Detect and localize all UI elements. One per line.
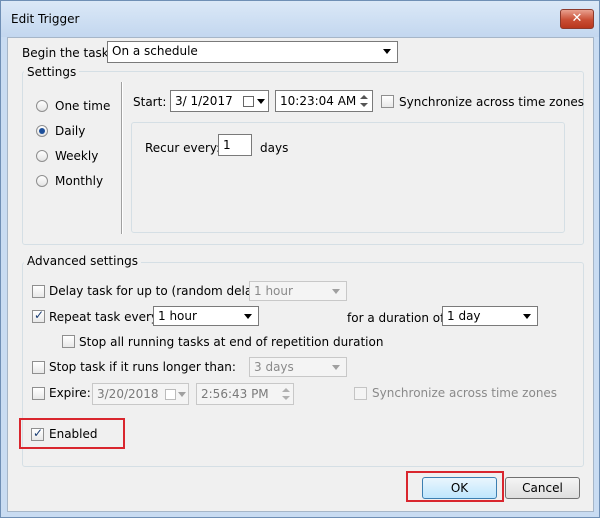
chevron-down-icon	[257, 99, 265, 104]
spin-up-icon	[360, 95, 368, 99]
repeat-interval-value: 1 hour	[158, 309, 197, 323]
expire-time-spinner[interactable]	[279, 384, 293, 404]
chevron-down-icon	[383, 49, 391, 54]
dialog-window: Edit Trigger ✕ Begin the task: On a sche…	[0, 0, 600, 518]
recur-every-label: Recur every:	[145, 141, 221, 155]
duration-dropdown[interactable]: 1 day	[442, 306, 538, 326]
chevron-down-icon	[178, 392, 186, 397]
radio-daily-label[interactable]: Daily	[55, 124, 85, 138]
start-time-value: 10:23:04 AM	[280, 94, 357, 108]
expire-date-picker[interactable]: 3/20/2018	[92, 383, 189, 405]
start-time-spinner[interactable]	[357, 91, 371, 111]
radio-daily[interactable]	[36, 125, 48, 137]
calendar-icon	[243, 96, 254, 107]
recurrence-panel	[131, 122, 565, 233]
duration-label: for a duration of:	[347, 311, 448, 325]
chevron-down-icon	[332, 289, 340, 294]
expire-sync-checkbox[interactable]	[354, 387, 367, 400]
expire-time-picker[interactable]: 2:56:43 PM	[196, 383, 294, 405]
spin-down-icon	[282, 396, 290, 400]
chevron-down-icon	[523, 314, 531, 319]
dialog-body: Begin the task: On a schedule Settings O…	[7, 37, 594, 512]
repeat-interval-dropdown[interactable]: 1 hour	[153, 306, 259, 326]
close-button[interactable]: ✕	[560, 9, 594, 29]
chevron-down-icon	[244, 314, 252, 319]
ok-highlight	[406, 471, 504, 502]
radio-weekly[interactable]	[36, 150, 48, 162]
spin-up-icon	[282, 388, 290, 392]
close-icon: ✕	[571, 11, 583, 26]
delay-task-value: 1 hour	[254, 284, 293, 298]
repeat-task-checkbox[interactable]	[32, 308, 45, 323]
stop-if-longer-checkbox[interactable]	[32, 361, 45, 374]
expire-sync-label[interactable]: Synchronize across time zones	[372, 386, 557, 400]
begin-task-label: Begin the task:	[22, 46, 113, 60]
duration-value: 1 day	[447, 309, 481, 323]
radio-one-time[interactable]	[36, 100, 48, 112]
radio-weekly-label[interactable]: Weekly	[55, 149, 98, 163]
recur-unit-label: days	[260, 141, 289, 155]
stop-if-longer-dropdown[interactable]: 3 days	[249, 357, 347, 377]
expire-checkbox[interactable]	[32, 387, 45, 400]
start-date-value: 3/ 1/2017	[175, 94, 233, 108]
spin-down-icon	[360, 103, 368, 107]
begin-task-value: On a schedule	[112, 44, 198, 58]
settings-title: Settings	[24, 65, 80, 79]
begin-task-dropdown[interactable]: On a schedule	[107, 41, 398, 63]
repeat-task-label[interactable]: Repeat task every:	[49, 310, 161, 324]
recur-every-input[interactable]: 1	[218, 134, 252, 156]
window-title: Edit Trigger	[11, 12, 80, 26]
delay-task-checkbox[interactable]	[32, 285, 45, 298]
enabled-highlight	[19, 418, 125, 449]
stop-if-longer-label[interactable]: Stop task if it runs longer than:	[49, 360, 236, 374]
sync-timezones-checkbox[interactable]	[381, 95, 394, 108]
expire-date-value: 3/20/2018	[97, 387, 159, 401]
start-time-picker[interactable]: 10:23:04 AM	[275, 90, 373, 112]
cancel-button[interactable]: Cancel	[505, 477, 580, 499]
delay-task-label[interactable]: Delay task for up to (random delay):	[49, 284, 268, 298]
start-date-picker[interactable]: 3/ 1/2017	[170, 90, 269, 112]
radio-one-time-label[interactable]: One time	[55, 99, 110, 113]
title-bar[interactable]: Edit Trigger ✕	[1, 1, 599, 37]
sync-timezones-label[interactable]: Synchronize across time zones	[399, 95, 584, 109]
expire-time-value: 2:56:43 PM	[201, 387, 269, 401]
stop-all-tasks-label[interactable]: Stop all running tasks at end of repetit…	[79, 335, 383, 349]
recur-every-value: 1	[223, 138, 231, 152]
start-label: Start:	[133, 95, 167, 109]
chevron-down-icon	[332, 365, 340, 370]
settings-divider	[121, 82, 123, 234]
radio-monthly-label[interactable]: Monthly	[55, 174, 103, 188]
expire-label[interactable]: Expire:	[49, 386, 91, 400]
delay-task-dropdown[interactable]: 1 hour	[249, 281, 347, 301]
stop-all-tasks-checkbox[interactable]	[62, 335, 75, 348]
advanced-settings-title: Advanced settings	[24, 254, 141, 268]
stop-if-longer-value: 3 days	[254, 360, 294, 374]
radio-monthly[interactable]	[36, 175, 48, 187]
calendar-icon	[165, 389, 176, 400]
